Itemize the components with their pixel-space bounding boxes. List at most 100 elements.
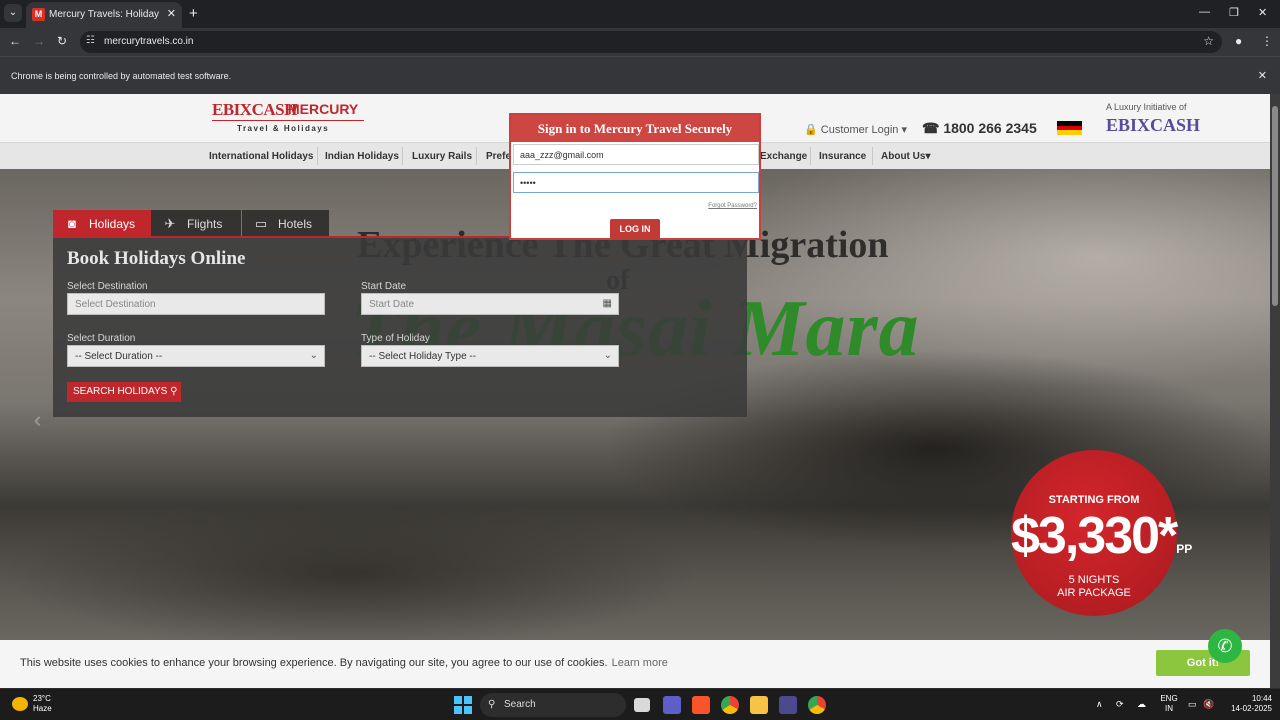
hero-banner[interactable]: Experience The Great Migration of The Ma…: [0, 169, 1270, 688]
ebixcash-logo[interactable]: EBIXCASH: [212, 100, 297, 120]
calendar-icon[interactable]: ▦: [603, 298, 612, 309]
chrome-icon[interactable]: [721, 696, 739, 714]
weather-condition: Haze: [33, 704, 52, 713]
tab-flights[interactable]: ✈ Flights: [151, 210, 241, 238]
windows-start-icon[interactable]: [454, 696, 472, 714]
taskbar-search[interactable]: ⚲ Search: [480, 693, 626, 717]
tab-flights-label: Flights: [187, 217, 223, 231]
login-button[interactable]: LOG IN: [610, 219, 660, 240]
password-field[interactable]: •••••: [513, 172, 759, 193]
slider-prev-icon[interactable]: ‹: [34, 407, 41, 433]
brave-icon[interactable]: [692, 696, 710, 714]
whatsapp-icon[interactable]: ✆: [1208, 629, 1242, 663]
menu-kebab-icon[interactable]: ⋮: [1261, 34, 1273, 48]
duration-select[interactable]: -- Select Duration -- ⌄: [67, 345, 325, 367]
url-text[interactable]: mercurytravels.co.in: [104, 36, 193, 47]
new-tab-icon[interactable]: +: [189, 5, 198, 22]
price-badge[interactable]: STARTING FROM $3,330*PP 5 NIGHTS AIR PACK…: [1011, 450, 1192, 616]
reload-icon[interactable]: ↻: [57, 34, 67, 48]
menu-divider: [872, 147, 873, 165]
automation-infobar: Chrome is being controlled by automated …: [0, 56, 1280, 94]
chrome-active-icon[interactable]: [808, 696, 826, 714]
customer-login-link[interactable]: 🔒 Customer Login ▾: [804, 123, 907, 136]
file-explorer-icon[interactable]: [750, 696, 768, 714]
learn-more-link[interactable]: Learn more: [612, 657, 668, 669]
language-indicator[interactable]: ENG IN: [1158, 694, 1180, 714]
site-info-icon[interactable]: ☷: [86, 35, 95, 46]
germany-flag-icon[interactable]: [1057, 121, 1082, 135]
scrollbar-thumb[interactable]: [1272, 106, 1278, 306]
menu-preferred[interactable]: Prefe: [486, 151, 511, 162]
menu-divider: [317, 147, 318, 165]
menu-about-us[interactable]: About Us▾: [881, 151, 930, 162]
badge-air: AIR PACKAGE: [1057, 587, 1131, 599]
search-holidays-button[interactable]: SEARCH HOLIDAYS ⚲: [67, 382, 181, 402]
teams-icon[interactable]: [663, 696, 681, 714]
address-bar[interactable]: ☷ mercurytravels.co.in ☆: [80, 31, 1222, 53]
task-view-icon[interactable]: [634, 698, 650, 712]
restore-icon[interactable]: ❐: [1229, 6, 1239, 19]
login-title: Sign in to Mercury Travel Securely: [511, 115, 759, 142]
minimize-icon[interactable]: —: [1199, 6, 1210, 18]
menu-luxury-rails[interactable]: Luxury Rails: [412, 151, 472, 162]
badge-price: $3,330*PP: [1011, 506, 1192, 566]
forward-icon[interactable]: →: [33, 34, 45, 48]
start-date-input[interactable]: Start Date ▦: [361, 293, 619, 315]
login-popup: Sign in to Mercury Travel Securely aaa_z…: [509, 113, 761, 240]
weather-widget[interactable]: 23°C Haze: [33, 694, 52, 714]
browser-tab[interactable]: M Mercury Travels: Holiday Packages ✕: [26, 2, 182, 28]
clock-date: 14-02-2025: [1231, 704, 1272, 713]
menu-insurance[interactable]: Insurance: [819, 151, 866, 162]
lang-in: IN: [1165, 704, 1173, 713]
logo-tagline: Travel & Holidays: [237, 124, 330, 133]
page-scrollbar[interactable]: [1270, 94, 1280, 688]
clock-time: 10:44: [1251, 694, 1272, 703]
duration-value: -- Select Duration --: [75, 351, 163, 362]
menu-forex-exchange[interactable]: Exchange: [760, 151, 807, 162]
plane-icon: ✈: [164, 216, 176, 231]
badge-pp: PP: [1176, 542, 1193, 556]
menu-international-holidays[interactable]: International Holidays: [209, 151, 313, 162]
back-icon[interactable]: ←: [9, 34, 21, 48]
clock[interactable]: 10:44 14-02-2025: [1222, 694, 1272, 714]
search-icon: ⚲: [170, 386, 178, 397]
menu-indian-holidays[interactable]: Indian Holidays: [325, 151, 399, 162]
network-icon[interactable]: ▭: [1188, 699, 1197, 710]
onedrive-icon[interactable]: ☁: [1137, 699, 1146, 710]
email-field[interactable]: aaa_zzz@gmail.com: [513, 144, 759, 165]
close-infobar-icon[interactable]: ✕: [1258, 69, 1267, 82]
close-window-icon[interactable]: ✕: [1258, 6, 1267, 19]
search-holidays-label: SEARCH HOLIDAYS: [73, 386, 168, 397]
forgot-password-link[interactable]: Forgot Password?: [708, 203, 757, 209]
holiday-type-select[interactable]: -- Select Holiday Type -- ⌄: [361, 345, 619, 367]
luxury-initiative-text: A Luxury Initiative of: [1106, 102, 1187, 112]
holiday-type-label: Type of Holiday: [361, 333, 430, 344]
browser-tabstrip: ⌄ M Mercury Travels: Holiday Packages ✕ …: [0, 0, 1280, 28]
badge-starting-from: STARTING FROM: [1048, 494, 1140, 506]
favicon-icon: M: [32, 8, 45, 21]
page-viewport: EBIXCASH MERCURY Travel & Holidays 🔒 Cus…: [0, 94, 1270, 688]
tray-overflow-icon[interactable]: ∧: [1096, 699, 1103, 710]
mercury-logo[interactable]: MERCURY: [288, 101, 358, 117]
menu-about-us-label: About Us: [881, 151, 926, 162]
close-tab-icon[interactable]: ✕: [167, 7, 176, 20]
destination-input[interactable]: Select Destination: [67, 293, 325, 315]
cookie-text: This website uses cookies to enhance you…: [20, 657, 668, 669]
profile-icon[interactable]: ●: [1235, 34, 1242, 48]
tab-title: Mercury Travels: Holiday Packages: [49, 9, 161, 20]
menu-divider: [402, 147, 403, 165]
tray-app-icon[interactable]: ⟳: [1116, 699, 1124, 710]
menu-divider: [810, 147, 811, 165]
tab-hotels[interactable]: ▭ Hotels: [242, 210, 329, 238]
tab-search-icon[interactable]: ⌄: [4, 4, 22, 22]
phone-number-text: 1800 266 2345: [943, 120, 1037, 136]
badge-nights: 5 NIGHTS: [1068, 574, 1120, 586]
weather-temp: 23°C: [33, 694, 51, 703]
volume-muted-icon[interactable]: 🔇: [1203, 699, 1214, 710]
weather-haze-icon[interactable]: [12, 697, 28, 711]
app-icon[interactable]: [779, 696, 797, 714]
lang-eng: ENG: [1160, 694, 1178, 703]
tab-holidays[interactable]: ◙ Holidays: [53, 210, 151, 238]
phone-number: ☎ 1800 266 2345: [922, 120, 1037, 136]
bookmark-star-icon[interactable]: ☆: [1203, 34, 1214, 48]
